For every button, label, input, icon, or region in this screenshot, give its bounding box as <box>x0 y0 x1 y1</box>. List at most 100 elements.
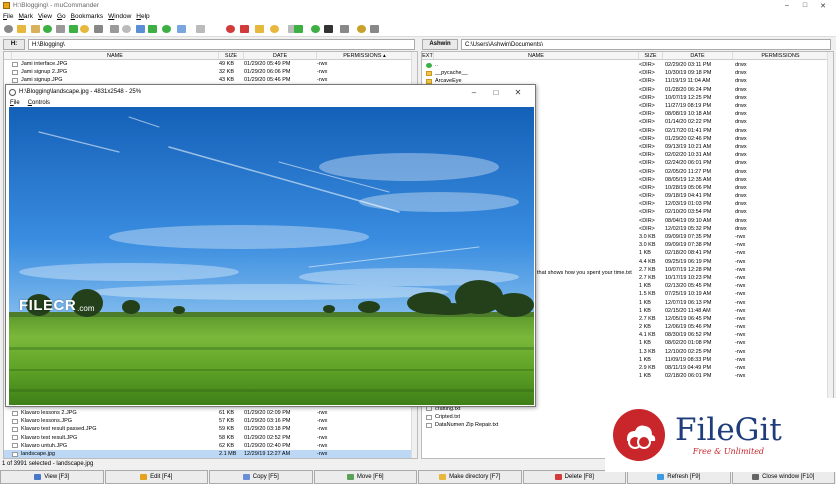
col-size[interactable]: SIZE <box>219 52 244 59</box>
col-permissions[interactable]: PERMISSIONS <box>733 52 829 59</box>
row-name-cell: Jami signup.JPG <box>12 77 219 83</box>
row-date: 02/17/20 01:41 PM <box>665 127 712 134</box>
row-permissions: -rwx <box>735 234 746 241</box>
file-row[interactable]: Klavaro test result.JPG 58 KB 01/29/20 02:… <box>4 434 413 442</box>
open-folder-icon[interactable] <box>17 25 26 33</box>
row-permissions: -rwx <box>317 418 328 425</box>
fkey-button-7[interactable]: Make directory [F7] <box>418 470 522 484</box>
col-date[interactable]: DATE <box>244 52 317 59</box>
row-date: 01/29/20 03:16 PM <box>244 418 291 425</box>
fkey-button-3[interactable]: View [F3] <box>0 470 104 484</box>
row-permissions: drwx <box>735 160 747 167</box>
file-row[interactable]: landscape.jpg 2.1 MB 12/29/19 12:27 AM -rwx <box>4 449 413 458</box>
viewer-maximize-button[interactable]: □ <box>485 86 507 98</box>
col-permissions[interactable]: PERMISSIONS ▴ <box>317 52 413 59</box>
filecr-watermark: FILECR .com <box>19 297 95 314</box>
fkey-button-10[interactable]: Close window [F10] <box>731 470 835 484</box>
row-permissions: -rwx <box>735 242 746 249</box>
preferences-icon[interactable] <box>370 25 379 33</box>
properties-icon[interactable] <box>340 25 349 33</box>
menu-file[interactable]: File <box>3 13 14 20</box>
row-date: 09/13/19 10:21 AM <box>665 143 712 150</box>
file-row[interactable]: Jami interface.JPG 49 KB 01/29/20 05:49 PM… <box>4 60 413 68</box>
stop-icon[interactable] <box>110 25 119 33</box>
fkey-button-5[interactable]: Copy [F5] <box>209 470 313 484</box>
connect-icon[interactable] <box>294 25 303 33</box>
mark-icon[interactable] <box>196 25 205 33</box>
col-ext[interactable] <box>4 52 12 59</box>
row-date: 08/08/19 10:18 AM <box>665 111 712 118</box>
file-row[interactable]: .. <DIR> 02/29/20 03:11 PM drwx <box>422 61 829 69</box>
unmark-icon[interactable] <box>226 25 235 33</box>
back-icon[interactable] <box>43 25 52 33</box>
row-permissions: drwx <box>735 201 747 208</box>
fkey-icon <box>140 474 148 480</box>
file-row[interactable]: __pycache__ <DIR> 10/30/19 09:18 PM drwx <box>422 69 829 77</box>
add-bookmark-icon[interactable] <box>162 25 171 33</box>
row-permissions: drwx <box>735 209 747 216</box>
menu-view[interactable]: View <box>38 13 52 20</box>
fkey-button-9[interactable]: Refresh [F9] <box>627 470 731 484</box>
col-size[interactable]: SIZE <box>639 52 663 59</box>
col-ext[interactable]: EXT <box>422 52 434 59</box>
terminal-icon[interactable] <box>324 25 333 33</box>
close-button[interactable]: ✕ <box>814 0 832 11</box>
file-row[interactable]: Klavaro untuh.JPG 62 KB 01/29/20 02:40 PM -… <box>4 442 413 450</box>
fkey-icon <box>657 474 665 480</box>
bookmark-icon[interactable] <box>31 25 40 33</box>
new-window-icon[interactable] <box>4 25 13 33</box>
file-row[interactable]: Jami signup 2.JPG 32 KB 01/29/20 06:06 PM -… <box>4 68 413 76</box>
row-size: <DIR> <box>639 168 655 175</box>
settings-icon[interactable] <box>177 25 186 33</box>
menu-go[interactable]: Go <box>57 13 66 20</box>
view-icon[interactable] <box>122 25 131 33</box>
col-date[interactable]: DATE <box>663 52 733 59</box>
row-permissions: -rwx <box>735 356 746 363</box>
swap-panels-icon[interactable] <box>136 25 145 33</box>
viewer-minimize-button[interactable]: – <box>463 86 485 98</box>
edit-icon[interactable] <box>357 25 366 33</box>
go-up-icon[interactable] <box>80 25 89 33</box>
delete-icon[interactable] <box>240 25 249 33</box>
pack-icon[interactable] <box>255 25 264 33</box>
fkey-button-4[interactable]: Edit [F4] <box>104 470 208 484</box>
menu-help[interactable]: Help <box>136 13 149 20</box>
row-size: 59 KB <box>219 426 234 433</box>
refresh-icon[interactable] <box>94 25 103 33</box>
row-size: <DIR> <box>639 160 655 167</box>
fkey-button-6[interactable]: Move [F6] <box>313 470 417 484</box>
home-icon[interactable] <box>69 25 78 33</box>
right-path-field[interactable]: C:\Users\Ashwin\Documents\ <box>461 38 831 50</box>
row-date: 01/29/20 02:40 PM <box>244 442 291 449</box>
left-drive-button[interactable]: H: <box>3 38 25 50</box>
sync-icon[interactable] <box>148 25 157 33</box>
image-viewer-window[interactable]: H:\Blogging\landscape.jpg - 4831x2548 - … <box>5 84 536 407</box>
left-path-field[interactable]: H:\Blogging\ <box>28 38 415 50</box>
viewer-menu-file[interactable]: File <box>10 100 20 106</box>
menu-bookmarks[interactable]: Bookmarks <box>71 13 104 20</box>
row-permissions: -rwx <box>317 434 328 441</box>
file-row[interactable]: Klavaro lessons.JPG 57 KB 01/29/20 03:16 P… <box>4 417 413 425</box>
menu-mark[interactable]: Mark <box>19 13 33 20</box>
unpack-icon[interactable] <box>270 25 279 33</box>
forward-icon[interactable] <box>56 25 65 33</box>
right-drive-button[interactable]: Ashwin <box>422 38 458 50</box>
viewer-close-button[interactable]: ✕ <box>507 86 529 98</box>
minimize-button[interactable]: – <box>778 0 796 11</box>
row-permissions: drwx <box>735 152 747 159</box>
file-row[interactable]: Klavaro test result passed.JPG 59 KB 01/29… <box>4 425 413 433</box>
fkey-button-8[interactable]: Delete [F8] <box>522 470 626 484</box>
menu-window[interactable]: Window <box>108 13 131 20</box>
col-name[interactable]: NAME <box>434 52 639 59</box>
row-size: <DIR> <box>639 62 655 69</box>
row-size: 57 KB <box>219 418 234 425</box>
file-row[interactable]: Klavaro lessons 2.JPG 61 KB 01/29/20 02:09… <box>4 409 413 417</box>
maximize-button[interactable]: □ <box>796 0 814 11</box>
fkey-label: Make directory [F7] <box>449 474 501 480</box>
viewer-menu-controls[interactable]: Controls <box>28 100 50 106</box>
function-key-bar: View [F3] Edit [F4] Copy [F5] Move [F6] Make… <box>0 470 836 484</box>
run-icon[interactable] <box>311 25 320 33</box>
row-size: <DIR> <box>639 209 655 216</box>
row-size: 4.4 KB <box>639 258 656 265</box>
col-name[interactable]: NAME <box>12 52 219 59</box>
